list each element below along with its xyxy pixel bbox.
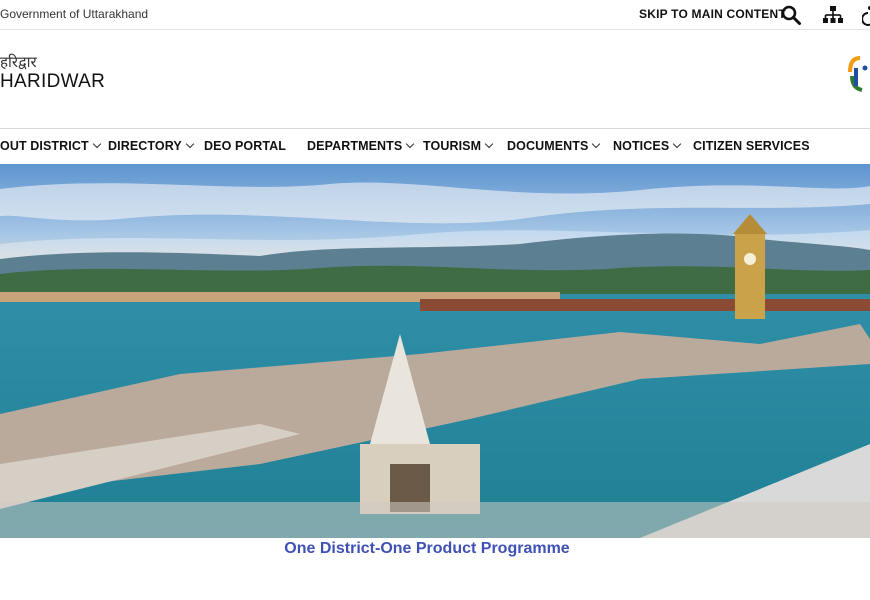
chevron-down-icon (673, 139, 682, 149)
skip-to-main-content-link[interactable]: SKIP TO MAIN CONTENT (639, 7, 786, 21)
site-title-hindi[interactable]: हरिद्वार (0, 52, 37, 72)
nav-item-departments[interactable]: DEPARTMENTS (307, 139, 415, 153)
hero-banner[interactable] (0, 164, 870, 538)
nav-item-notices[interactable]: NOTICES (613, 139, 682, 153)
har-ki-pauri-banner-image (0, 164, 870, 538)
nav-label: OUT DISTRICT (0, 139, 89, 153)
nav-label: DOCUMENTS (507, 139, 589, 153)
sitemap-icon[interactable] (822, 4, 844, 26)
nav-item-documents[interactable]: DOCUMENTS (507, 139, 601, 153)
chevron-down-icon (92, 139, 101, 149)
government-link[interactable]: Government of Uttarakhand (0, 7, 148, 21)
chevron-down-icon (592, 139, 601, 149)
site-title[interactable]: HARIDWAR (0, 71, 105, 93)
nav-item-directory[interactable]: DIRECTORY (108, 139, 195, 153)
nav-label: NOTICES (613, 139, 670, 153)
nav-label: DEO PORTAL (204, 139, 287, 153)
chevron-down-icon (484, 139, 494, 149)
site-header: हरिद्वार HARIDWAR (0, 30, 870, 129)
odop-heading[interactable]: One District-One Product Programme (0, 540, 854, 558)
nav-item-about-district[interactable]: OUT DISTRICT (0, 139, 101, 153)
nav-label: DIRECTORY (108, 139, 182, 153)
nav-item-deo-portal[interactable]: DEO PORTAL (204, 139, 286, 153)
top-bar: Government of Uttarakhand SKIP TO MAIN C… (0, 0, 870, 30)
nav-label: DEPARTMENTS (307, 139, 403, 153)
nav-item-tourism[interactable]: TOURISM (423, 139, 494, 153)
digital-india-logo[interactable] (846, 52, 870, 98)
nav-label: TOURISM (423, 139, 482, 153)
nav-label: CITIZEN SERVICES (693, 139, 810, 153)
chevron-down-icon (406, 139, 415, 149)
main-navigation: OUT DISTRICT DIRECTORY DEO PORTAL DEPART… (0, 129, 870, 164)
search-icon[interactable] (780, 4, 802, 26)
nav-item-citizen-services[interactable]: CITIZEN SERVICES (693, 139, 810, 153)
accessibility-icon[interactable] (862, 4, 870, 26)
chevron-down-icon (185, 139, 195, 149)
